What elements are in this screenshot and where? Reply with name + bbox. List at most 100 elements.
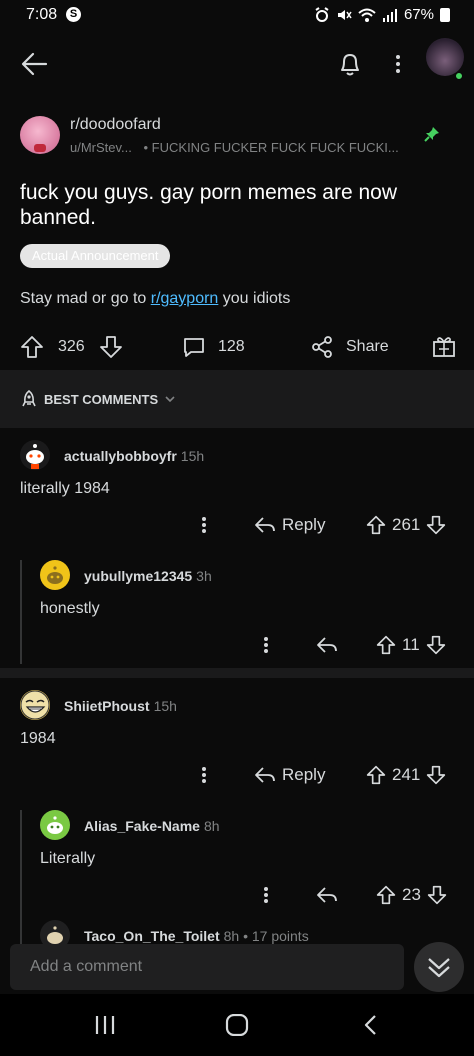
double-chevron-down-icon [428,958,450,978]
comment-list: actuallybobboyfr 15h literally 1984 Reply… [0,428,474,944]
comment-vote-group: 241 [366,762,446,788]
wifi-icon [358,8,376,22]
next-comment-button[interactable] [414,942,464,992]
snoo-avatar[interactable] [40,920,70,944]
upvote-icon[interactable] [366,515,386,535]
comment-vote-group: 11 [376,632,446,658]
comment-more-icon[interactable] [201,765,207,785]
comment-reply: yubullyme12345 3h honestly 11 [0,554,474,668]
comment-sort-dropdown[interactable]: BEST COMMENTS [20,390,176,408]
post-body-prefix: Stay mad or go to [20,290,151,307]
downvote-icon[interactable] [426,635,446,655]
share-button[interactable]: Share [310,334,389,360]
comment-author[interactable]: ShiietPhoust 15h [64,698,177,714]
comment-actions: Reply 261 [0,512,474,538]
share-label: Share [346,338,389,355]
chevron-down-icon [165,396,175,403]
post-body: Stay mad or go to r/gayporn you idiots [20,290,290,308]
snoo-icon [26,444,44,469]
comment-vote-group: 261 [366,512,446,538]
signal-icon [382,8,397,22]
comment-age: 8h [203,818,220,834]
comment-body: Literally [40,850,96,867]
back-icon[interactable] [360,1014,382,1036]
post-meta: u/MrStev... • FUCKING FUCKER FUCK FUCK F… [70,140,410,155]
reply-arrow-icon [255,767,275,783]
reply-arrow-icon [255,517,275,533]
more-options-icon[interactable] [393,52,403,76]
snoo-icon [47,816,63,834]
reply-button[interactable] [316,632,338,658]
comment-author[interactable]: Alias_Fake-Name 8h [84,818,220,834]
comment-score: 11 [402,635,420,654]
reply-arrow-icon [317,637,337,653]
comment-author-name: yubullyme12345 [84,568,193,584]
upvote-icon[interactable] [366,765,386,785]
snoo-avatar[interactable] [40,560,70,590]
comment-author[interactable]: actuallybobboyfr 15h [64,448,204,464]
comment-author-name: Taco_On_The_Toilet [84,928,220,944]
downvote-icon[interactable] [99,335,123,359]
comment-bubble-icon [184,338,204,357]
post-author[interactable]: u/MrStev... [70,140,132,155]
comment-more-icon[interactable] [201,515,207,535]
subreddit-link[interactable]: r/gayporn [151,290,219,307]
comment-author[interactable]: yubullyme12345 3h [84,568,212,584]
reply-button[interactable]: Reply [254,512,325,538]
comment-author[interactable]: Taco_On_The_Toilet 8h • 17 points [84,928,309,944]
post-score: 326 [58,338,85,355]
award-gift-icon[interactable] [432,334,456,358]
comments-button[interactable]: 128 [182,334,245,360]
author-flair: • FUCKING FUCKER FUCK FUCK FUCKI... [143,140,399,155]
comment-actions: Reply 241 [0,762,474,788]
comment-reply: Taco_On_The_Toilet 8h • 17 points [0,918,474,944]
pin-icon [424,127,439,142]
home-icon[interactable] [225,1014,249,1036]
battery-icon [440,7,450,22]
downvote-icon[interactable] [427,885,447,905]
reply-button[interactable]: Reply [254,762,325,788]
trollface-avatar[interactable] [20,690,50,720]
recent-apps-icon[interactable] [93,1014,117,1036]
downvote-icon[interactable] [426,515,446,535]
post-title: fuck you guys. gay porn memes are now ba… [20,181,398,229]
post-flair[interactable]: Actual Announcement [20,244,171,268]
upvote-icon[interactable] [20,335,44,359]
upvote-icon[interactable] [376,635,396,655]
status-bar: 7:08 S 67% [0,0,474,30]
comment-actions: 23 [0,882,474,908]
comment-composer-bar: Add a comment [0,942,474,994]
online-status-indicator [455,72,463,80]
upvote-icon[interactable] [376,885,396,905]
comment-author-name: Alias_Fake-Name [84,818,200,834]
comment-sort-bar: BEST COMMENTS [0,370,474,428]
user-avatar[interactable] [426,38,464,76]
reply-arrow-icon [317,887,337,903]
bell-icon[interactable] [336,50,364,78]
reply-label: Reply [282,515,326,534]
comment-sort-label: BEST COMMENTS [44,391,159,407]
comment-vote-group: 23 [376,882,447,908]
comment: ShiietPhoust 15h 1984 Reply 241 [0,678,474,804]
snoo-avatar[interactable] [40,810,70,840]
downvote-icon[interactable] [426,765,446,785]
comment-age: 8h • 17 points [223,928,309,944]
reply-button[interactable] [316,882,338,908]
app-header [0,30,474,98]
comment-score: 241 [392,765,421,784]
subreddit-name[interactable]: r/doodoofard [70,116,161,134]
comment-more-icon[interactable] [263,635,269,655]
comment-age: 15h [180,448,205,464]
comment: actuallybobboyfr 15h literally 1984 Reply… [0,428,474,554]
back-arrow-icon[interactable] [20,50,48,78]
reply-label: Reply [282,765,326,784]
add-comment-input[interactable]: Add a comment [10,944,404,990]
status-icons: 67% [314,6,450,23]
subreddit-avatar[interactable] [20,116,60,154]
clock: 7:08 [26,6,58,23]
battery-percent: 67% [403,6,434,23]
comment-more-icon[interactable] [263,885,269,905]
snoo-avatar[interactable] [20,440,50,470]
comment-divider [0,668,474,678]
notification-badge-icon: S [66,7,81,22]
